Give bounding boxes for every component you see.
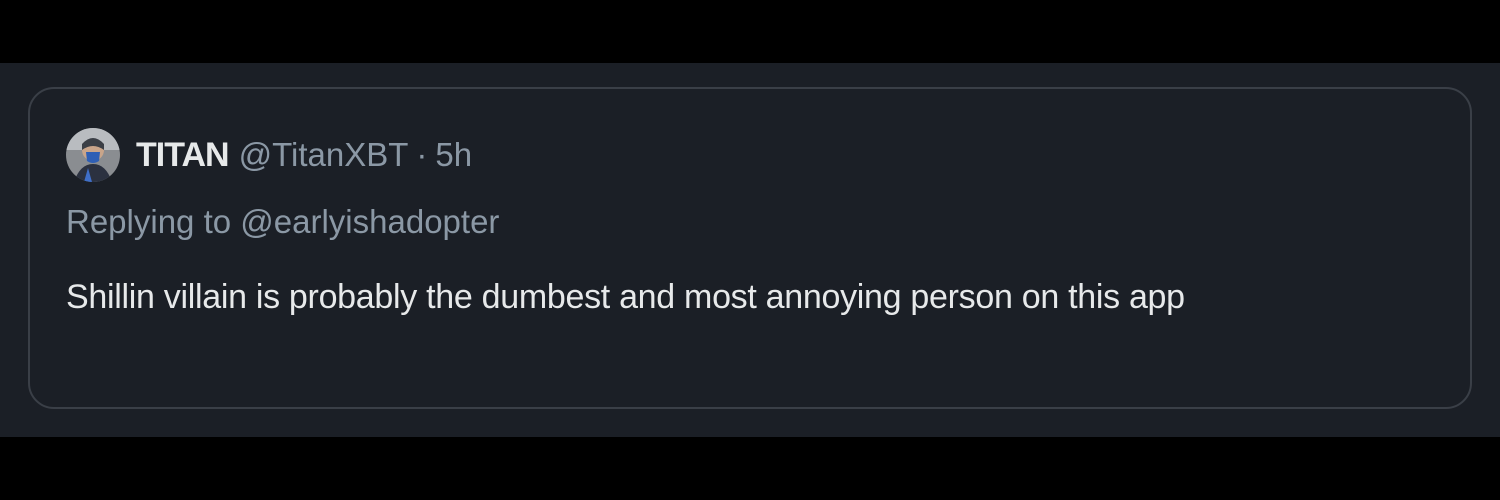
timestamp[interactable]: 5h: [435, 136, 472, 174]
avatar[interactable]: [66, 128, 120, 182]
tweet-area: TITAN @TitanXBT · 5h Replying to @earlyi…: [0, 63, 1500, 437]
tweet-text: Shillin villain is probably the dumbest …: [66, 278, 1185, 316]
display-name[interactable]: TITAN: [136, 136, 230, 175]
user-handle[interactable]: @TitanXBT: [239, 136, 409, 174]
replying-to-handle[interactable]: @earlyishadopter: [240, 203, 499, 240]
avatar-image: [66, 128, 120, 182]
replying-to-line: Replying to @earlyishadopter: [66, 203, 499, 241]
separator-dot: ·: [416, 136, 428, 173]
quoted-tweet-card[interactable]: TITAN @TitanXBT · 5h Replying to @earlyi…: [28, 87, 1472, 409]
replying-prefix: Replying to: [66, 203, 232, 240]
tweet-header: TITAN @TitanXBT · 5h: [66, 127, 472, 183]
